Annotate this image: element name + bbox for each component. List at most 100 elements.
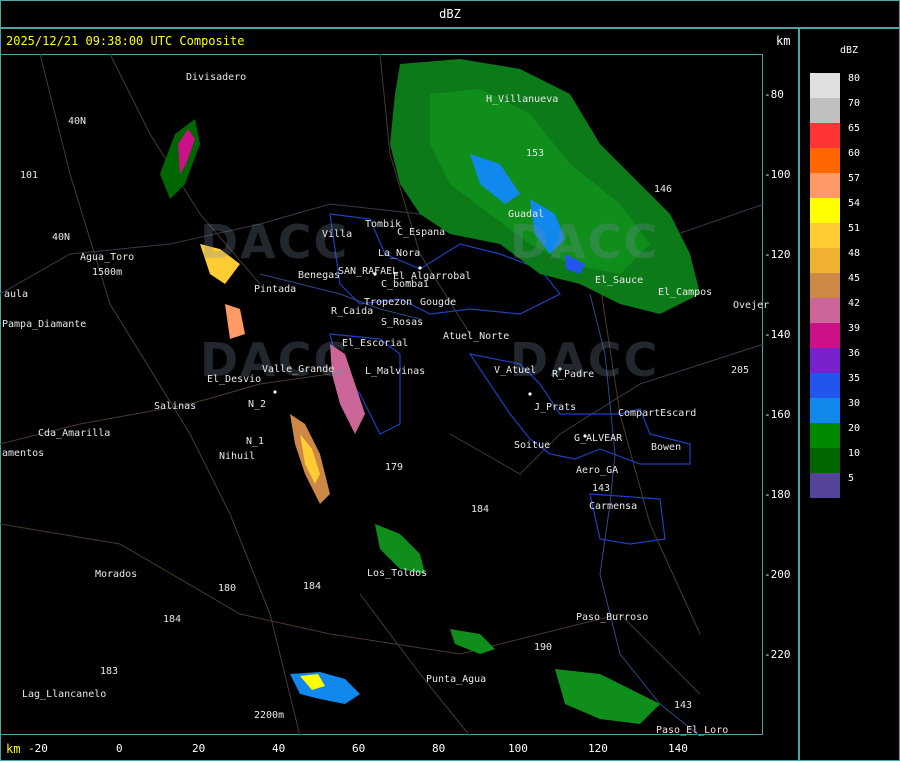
place-label: Ovejer: [733, 300, 770, 311]
legend-label: 57: [848, 173, 861, 184]
place-label: Paso_Burroso: [576, 612, 649, 623]
place-label: 184: [163, 614, 182, 625]
x-tick: 20: [192, 742, 206, 755]
place-label: Punta_Agua: [426, 674, 487, 685]
place-label: Morados: [95, 569, 138, 580]
legend-swatch: [810, 448, 840, 473]
plot-border: [0, 54, 763, 735]
watermark-brand: DACC: [510, 215, 660, 269]
place-label: Gougde: [420, 297, 457, 308]
place-label: 190: [534, 642, 553, 653]
place-label: La_Nora: [378, 248, 421, 259]
place-label: 143: [674, 700, 693, 711]
place-label: 184: [303, 581, 322, 592]
legend-swatch: [810, 373, 840, 398]
y-tick: -120: [764, 248, 791, 261]
legend-swatch: [810, 98, 840, 123]
place-label: Atuel_Norte: [443, 331, 510, 342]
legend-label: 42: [848, 298, 861, 309]
place-label: El_Escorial: [342, 338, 409, 349]
place-label: 146: [654, 184, 673, 195]
place-label: H_Villanueva: [486, 94, 559, 105]
place-label: 179: [385, 462, 404, 473]
place-label: El_Sauce: [595, 275, 644, 286]
legend-label: 51: [848, 223, 861, 234]
place-label: El_Campos: [658, 287, 713, 298]
legend-swatch: [810, 198, 840, 223]
place-label: Agua_Toro: [80, 252, 135, 263]
place-label: 184: [471, 504, 490, 515]
legend-label: 36: [848, 348, 861, 359]
place-label: Paso_El_Loro: [656, 725, 729, 736]
place-label: Carmensa: [589, 501, 638, 512]
legend-label: 70: [848, 98, 861, 109]
product-title: dBZ: [439, 7, 461, 21]
legend-swatch: [810, 273, 840, 298]
x-tick: 0: [116, 742, 123, 755]
place-label: N_1: [246, 436, 265, 447]
legend-swatch: [810, 348, 840, 373]
x-tick: 60: [352, 742, 366, 755]
x-tick: 120: [588, 742, 608, 755]
legend-label: 48: [848, 248, 861, 259]
place-label: Salinas: [154, 401, 197, 412]
y-tick: -140: [764, 328, 791, 341]
place-label: 183: [100, 666, 119, 677]
place-label: SAN_RAFAEL: [338, 266, 399, 277]
place-label: R_Caida: [331, 306, 374, 317]
product-header: dBZ: [0, 0, 900, 28]
place-label: Nihuil: [219, 451, 256, 462]
legend-swatch: [810, 223, 840, 248]
watermark-brand: DACC: [200, 215, 350, 269]
place-label: El_Desvio: [207, 374, 262, 385]
y-tick: -100: [764, 168, 791, 181]
legend-label: 39: [848, 323, 861, 334]
place-label: G_ALVEAR: [574, 433, 623, 444]
place-label: 153: [526, 148, 545, 159]
legend-label: 80: [848, 73, 861, 84]
x-tick: 40: [272, 742, 286, 755]
place-label: 2200m: [254, 710, 285, 721]
legend-swatch: [810, 323, 840, 348]
place-label: Cda_Amarilla: [38, 428, 111, 439]
place-label: Guadal: [508, 209, 545, 220]
legend-label: 20: [848, 423, 861, 434]
y-tick: -200: [764, 568, 791, 581]
legend-label: 65: [848, 123, 861, 134]
place-label: 40N: [68, 116, 87, 127]
legend-swatch: [810, 473, 840, 498]
place-label: V_Atuel: [494, 365, 537, 376]
place-label: Tombik: [365, 219, 402, 230]
km-unit-label-bottom: km: [6, 742, 21, 756]
legend-swatch: [810, 148, 840, 173]
x-tick: 80: [432, 742, 446, 755]
place-label: Los_Toldos: [367, 568, 428, 579]
place-label: 1500m: [92, 267, 123, 278]
place-label: C_Espana: [397, 227, 446, 238]
place-label: Villa: [322, 229, 353, 240]
place-label: CompartEscard: [618, 408, 697, 419]
legend-swatch: [810, 173, 840, 198]
place-label: S_Rosas: [381, 317, 424, 328]
radar-echo-southeast: [375, 524, 660, 724]
legend-swatch: [810, 298, 840, 323]
legend-label: 45: [848, 273, 861, 284]
place-label: N_2: [248, 399, 267, 410]
km-unit-label: km: [776, 34, 791, 48]
place-label: Aero_GA: [576, 465, 619, 476]
place-label: Pintada: [254, 284, 297, 295]
place-label: Benegas: [298, 270, 341, 281]
place-label: 205: [731, 365, 750, 376]
legend-label: 30: [848, 398, 861, 409]
place-label: J_Prats: [534, 402, 577, 413]
place-label: 40N: [52, 232, 71, 243]
y-tick: -220: [764, 648, 791, 661]
place-label: aula: [4, 289, 29, 300]
y-tick: -80: [764, 88, 784, 101]
legend-swatch: [810, 73, 840, 98]
legend-label: 60: [848, 148, 861, 159]
y-tick: -180: [764, 488, 791, 501]
place-label: L_Malvinas: [365, 366, 426, 377]
place-label: Pampa_Diamante: [2, 319, 87, 330]
place-label: 101: [20, 170, 39, 181]
